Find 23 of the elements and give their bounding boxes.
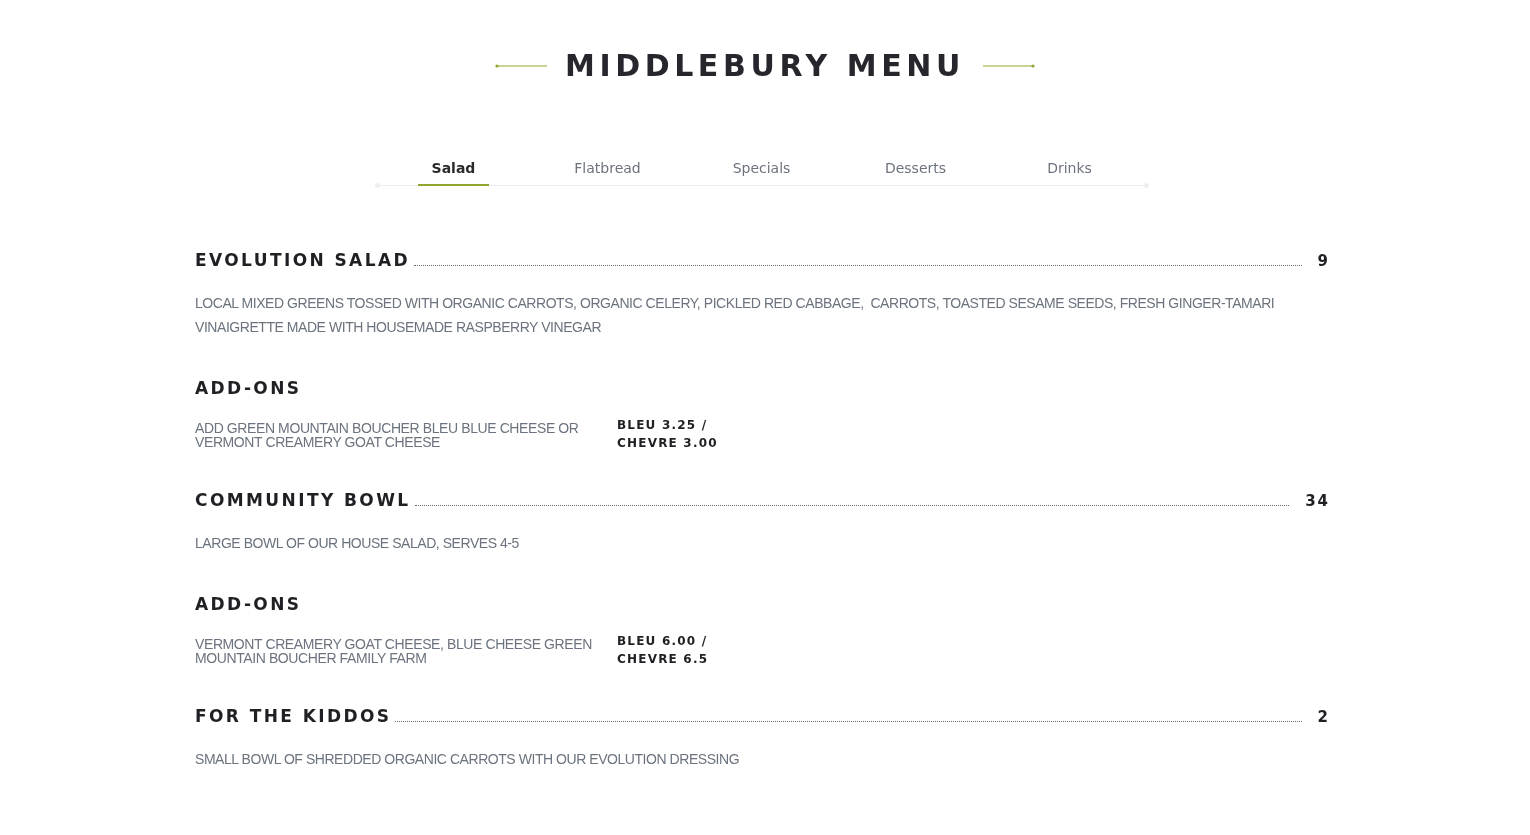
menu-tab[interactable]: Flatbread (560, 155, 655, 186)
menu-tab[interactable]: Salad (417, 155, 490, 186)
dish-name: FOR THE KIDDOS (195, 705, 392, 728)
line-ornament-icon (983, 63, 1036, 69)
menu-tab[interactable]: Desserts (870, 155, 961, 186)
dish-description: LARGE BOWL OF OUR HOUSE SALAD, SERVES 4-5 (195, 534, 520, 553)
dish-price: 2 (1317, 708, 1330, 726)
addon-description: VERMONT CREAMERY GOAT CHEESE, BLUE CHEESE GREEN MOUNTAIN BOUCHER FAMILY FARM (195, 637, 593, 665)
dish-price: 9 (1317, 252, 1330, 270)
dish-price: 34 (1305, 492, 1330, 510)
dish-description: SMALL BOWL OF SHREDDED ORGANIC CARROTS WITH OUR EVOLUTION DRESSING (195, 750, 741, 769)
menu-tab[interactable]: Drinks (1033, 155, 1106, 186)
dish-name: COMMUNITY BOWL (195, 489, 411, 512)
dish-name: EVOLUTION SALAD (195, 249, 410, 272)
line-ornament-icon (494, 63, 547, 69)
addon-price: BLEU 6.00 / CHEVRE 6.5 (617, 633, 710, 668)
addon-description: ADD GREEN MOUNTAIN BOUCHER BLEU BLUE CHEESE OR VERMONT CREAMERY GOAT CHEESE (195, 421, 580, 449)
addons-heading: ADD-ONS (195, 378, 302, 398)
dish-description: LOCAL MIXED GREENS TOSSED WITH ORGANIC CARROTS, ORGANIC CELERY, PICKLED RED CABBAGE, CARROTS, TOASTED SESAME SEEDS, FRESH GINGER-TAMARI VINAIGRETTE MADE WITH HOUSEMADE RASPBERRY VINEGAR (195, 294, 1276, 337)
menu-title: MIDDLEBURY MENU (564, 47, 966, 85)
addon-price: BLEU 3.25 / CHEVRE 3.00 (617, 417, 719, 452)
addons-heading: ADD-ONS (195, 594, 302, 614)
menu-tab[interactable]: Specials (718, 155, 805, 186)
